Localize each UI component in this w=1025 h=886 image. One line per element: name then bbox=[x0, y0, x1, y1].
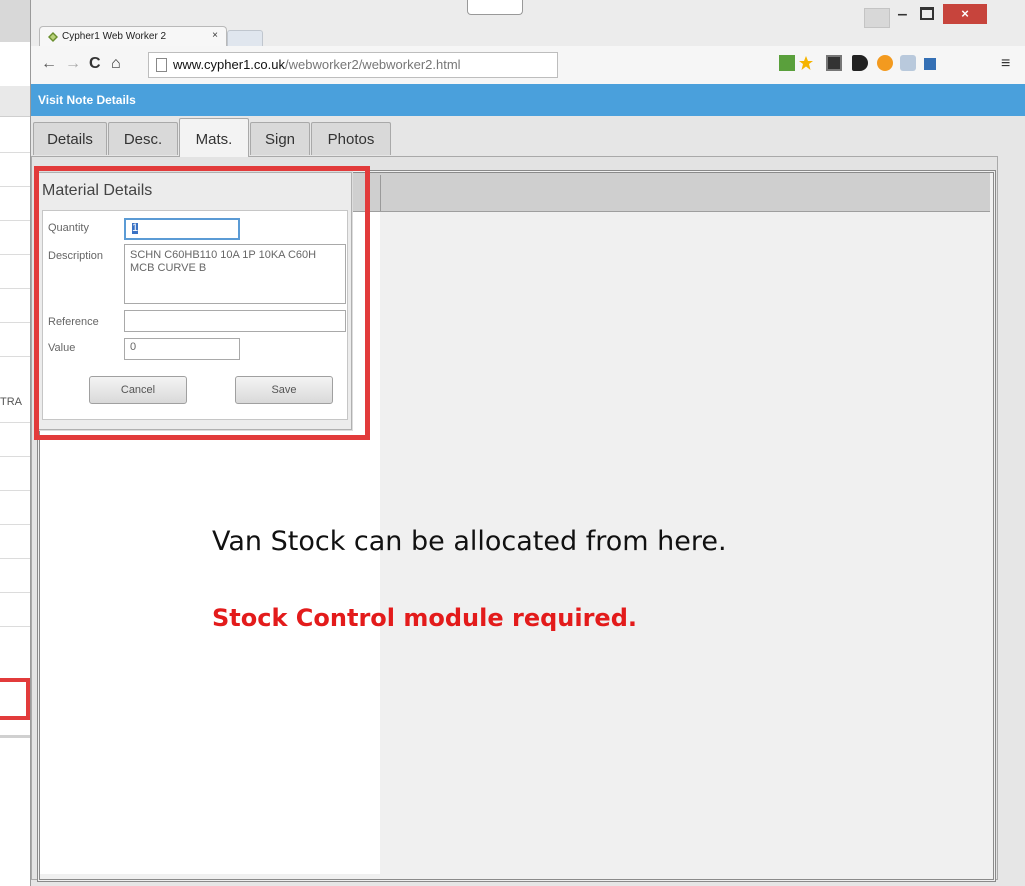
menu-icon[interactable]: ≡ bbox=[1001, 55, 1010, 73]
puzzle-extension-icon[interactable] bbox=[900, 55, 916, 71]
background-row-divider bbox=[0, 456, 30, 457]
background-row-divider bbox=[0, 490, 30, 491]
app-favicon-icon bbox=[48, 32, 58, 42]
background-row-divider bbox=[0, 524, 30, 525]
annotation-text: Van Stock can be allocated from here. bbox=[212, 526, 727, 557]
window-drag-handle[interactable] bbox=[467, 0, 523, 15]
bookmark-extension-icon[interactable] bbox=[852, 55, 868, 71]
profile-extension-icon[interactable] bbox=[924, 58, 936, 70]
background-window-titlebar bbox=[0, 0, 30, 42]
url-domain: www.cypher1.co.uk bbox=[173, 57, 285, 72]
background-row-divider bbox=[0, 592, 30, 593]
page-icon bbox=[156, 58, 167, 72]
address-bar[interactable]: www.cypher1.co.uk/webworker2/webworker2.… bbox=[148, 52, 558, 78]
image-extension-icon[interactable] bbox=[779, 55, 795, 71]
browser-tab[interactable]: Cypher1 Web Worker 2 × bbox=[39, 26, 227, 47]
background-row-divider bbox=[0, 152, 30, 153]
url-path: /webworker2/webworker2.html bbox=[285, 57, 461, 72]
tab-details[interactable]: Details bbox=[33, 122, 107, 155]
background-partial-text: TRA bbox=[0, 396, 22, 408]
column-divider bbox=[380, 175, 381, 211]
browser-tab-title: Cypher1 Web Worker 2 bbox=[62, 31, 167, 42]
background-window: TRA bbox=[0, 0, 31, 886]
background-row-divider bbox=[0, 558, 30, 559]
tab-close-icon[interactable]: × bbox=[212, 30, 218, 41]
star-icon[interactable] bbox=[798, 55, 814, 71]
background-row-divider bbox=[0, 422, 30, 423]
forward-icon[interactable]: → bbox=[65, 55, 81, 73]
background-row-divider bbox=[0, 254, 30, 255]
annotation-requirement: Stock Control module required. bbox=[212, 604, 637, 632]
background-row-divider bbox=[0, 186, 30, 187]
app-title-bar: Visit Note Details bbox=[31, 84, 1025, 116]
amazon-extension-icon[interactable] bbox=[877, 55, 893, 71]
page-title: Visit Note Details bbox=[38, 93, 136, 107]
reload-icon[interactable]: C bbox=[89, 55, 101, 73]
new-tab-button[interactable] bbox=[227, 30, 263, 47]
window-minimize-button[interactable]: ‒ bbox=[898, 6, 907, 24]
background-row-divider bbox=[0, 626, 30, 627]
tab-mats[interactable]: Mats. bbox=[179, 118, 249, 157]
background-scroll-edge bbox=[0, 735, 30, 738]
window-close-button[interactable]: × bbox=[943, 4, 987, 24]
window-maximize-button[interactable] bbox=[920, 7, 934, 20]
background-row-divider bbox=[0, 322, 30, 323]
tab-sign[interactable]: Sign bbox=[250, 122, 310, 155]
url-text: www.cypher1.co.uk/webworker2/webworker2.… bbox=[173, 57, 461, 72]
dialog-highlight-box bbox=[34, 166, 370, 440]
window-extra-button[interactable] bbox=[864, 8, 890, 28]
background-window-header bbox=[0, 86, 30, 117]
background-row-divider bbox=[0, 220, 30, 221]
tab-photos[interactable]: Photos bbox=[311, 122, 391, 155]
background-row-divider bbox=[0, 356, 30, 357]
background-highlight bbox=[0, 678, 30, 720]
screen-extension-icon[interactable] bbox=[826, 55, 842, 71]
home-icon[interactable]: ⌂ bbox=[111, 55, 121, 73]
tab-desc[interactable]: Desc. bbox=[108, 122, 178, 155]
back-icon[interactable]: ← bbox=[41, 55, 57, 73]
background-row-divider bbox=[0, 288, 30, 289]
